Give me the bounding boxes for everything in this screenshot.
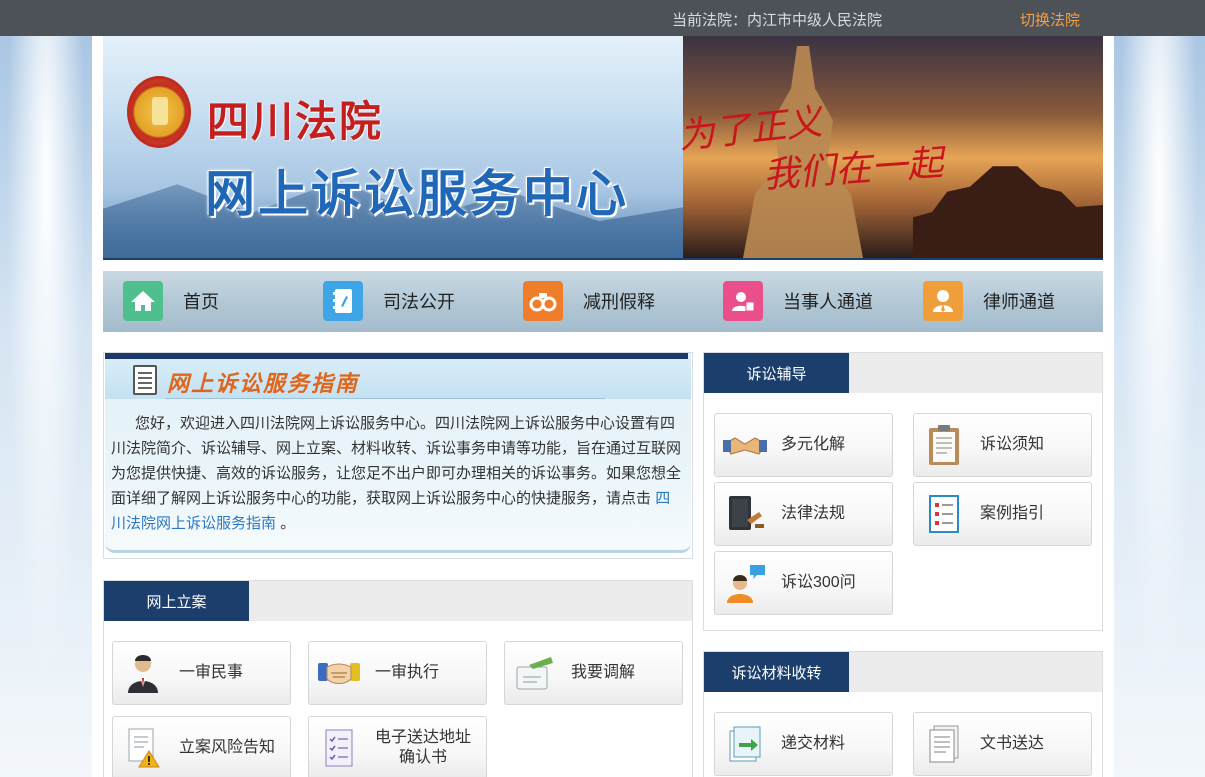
card-litigation-300-questions[interactable]: 诉讼300问 xyxy=(714,551,893,615)
book-icon xyxy=(323,281,363,321)
card-document-service[interactable]: 文书送达 xyxy=(913,712,1092,776)
card-submit-materials[interactable]: 递交材料 xyxy=(714,712,893,776)
nav-item-party-channel[interactable]: 当事人通道 xyxy=(723,281,873,321)
warning-doc-icon xyxy=(121,726,165,770)
checklist-icon xyxy=(317,726,361,770)
person-id-icon xyxy=(723,281,763,321)
card-litigation-notice[interactable]: 诉讼须知 xyxy=(913,413,1092,477)
online-filing-section: 网上立案 一审民事 一审执行 我要调解 立案风险告知 电子送达地址 确认书 xyxy=(103,580,693,777)
lawyer-icon xyxy=(923,281,963,321)
litigation-guidance-section: 诉讼辅导 多元化解 诉讼须知 法律法规 案例指引 诉讼300问 xyxy=(703,352,1103,631)
background-sky-left xyxy=(0,36,92,777)
documents-icon xyxy=(922,722,966,766)
card-case-guidance[interactable]: 案例指引 xyxy=(913,482,1092,546)
home-icon xyxy=(123,281,163,321)
handshake-icon xyxy=(317,651,361,695)
card-laws-regulations[interactable]: 法律法规 xyxy=(714,482,893,546)
guide-title: 网上诉讼服务指南 xyxy=(167,371,360,397)
document-icon xyxy=(133,365,157,395)
tab-materials-transfer[interactable]: 诉讼材料收转 xyxy=(704,652,849,692)
nav-item-home[interactable]: 首页 xyxy=(123,281,219,321)
card-filing-risk-notice[interactable]: 立案风险告知 xyxy=(112,716,291,777)
card-diversified-resolution[interactable]: 多元化解 xyxy=(714,413,893,477)
banner-subtitle: 网上诉讼服务中心 xyxy=(205,165,629,223)
background-sky-right xyxy=(1113,36,1205,777)
person-suit-icon xyxy=(121,651,165,695)
card-first-instance-civil[interactable]: 一审民事 xyxy=(112,641,291,705)
service-guide-panel: 网上诉讼服务指南 您好，欢迎进入四川法院网上诉讼服务中心。四川法院网上诉讼服务中… xyxy=(103,352,693,559)
tab-online-filing[interactable]: 网上立案 xyxy=(104,581,249,621)
clipboard-icon xyxy=(922,423,966,467)
court-emblem-icon xyxy=(127,76,191,148)
card-e-service-address-confirmation[interactable]: 电子送达地址 确认书 xyxy=(308,716,487,777)
nav-item-lawyer-channel[interactable]: 律师通道 xyxy=(923,281,1055,321)
switch-court-link[interactable]: 切换法院 xyxy=(1020,9,1080,30)
card-first-instance-enforcement[interactable]: 一审执行 xyxy=(308,641,487,705)
submit-doc-icon xyxy=(723,722,767,766)
materials-transfer-section: 诉讼材料收转 递交材料 文书送达 xyxy=(703,651,1103,777)
main-nav: 首页 司法公开 减刑假释 当事人通道 律师通道 xyxy=(103,271,1103,332)
banner-divider xyxy=(103,258,1103,260)
current-court-label: 当前法院：内江市中级人民法院 xyxy=(672,12,883,29)
law-book-icon xyxy=(723,492,767,536)
top-bar: 当前法院：内江市中级人民法院 切换法院 xyxy=(0,0,1205,36)
nav-item-judicial-openness[interactable]: 司法公开 xyxy=(323,281,455,321)
handcuffs-icon xyxy=(523,281,563,321)
guide-text: 您好，欢迎进入四川法院网上诉讼服务中心。四川法院网上诉讼服务中心设置有四川法院简… xyxy=(111,415,682,532)
case-list-icon xyxy=(922,492,966,536)
nav-item-commutation-parole[interactable]: 减刑假释 xyxy=(523,281,655,321)
mediation-icon xyxy=(513,651,557,695)
tab-litigation-guidance[interactable]: 诉讼辅导 xyxy=(704,353,849,393)
banner-title: 四川法院 xyxy=(207,97,384,146)
banner: 四川法院 网上诉讼服务中心 为了正义 我们在一起 xyxy=(103,36,1103,258)
card-mediation[interactable]: 我要调解 xyxy=(504,641,683,705)
page-container: 四川法院 网上诉讼服务中心 为了正义 我们在一起 首页 司法公开 减刑假释 当事… xyxy=(92,36,1114,777)
chat-person-icon xyxy=(723,561,767,605)
handshake-icon xyxy=(723,423,767,467)
